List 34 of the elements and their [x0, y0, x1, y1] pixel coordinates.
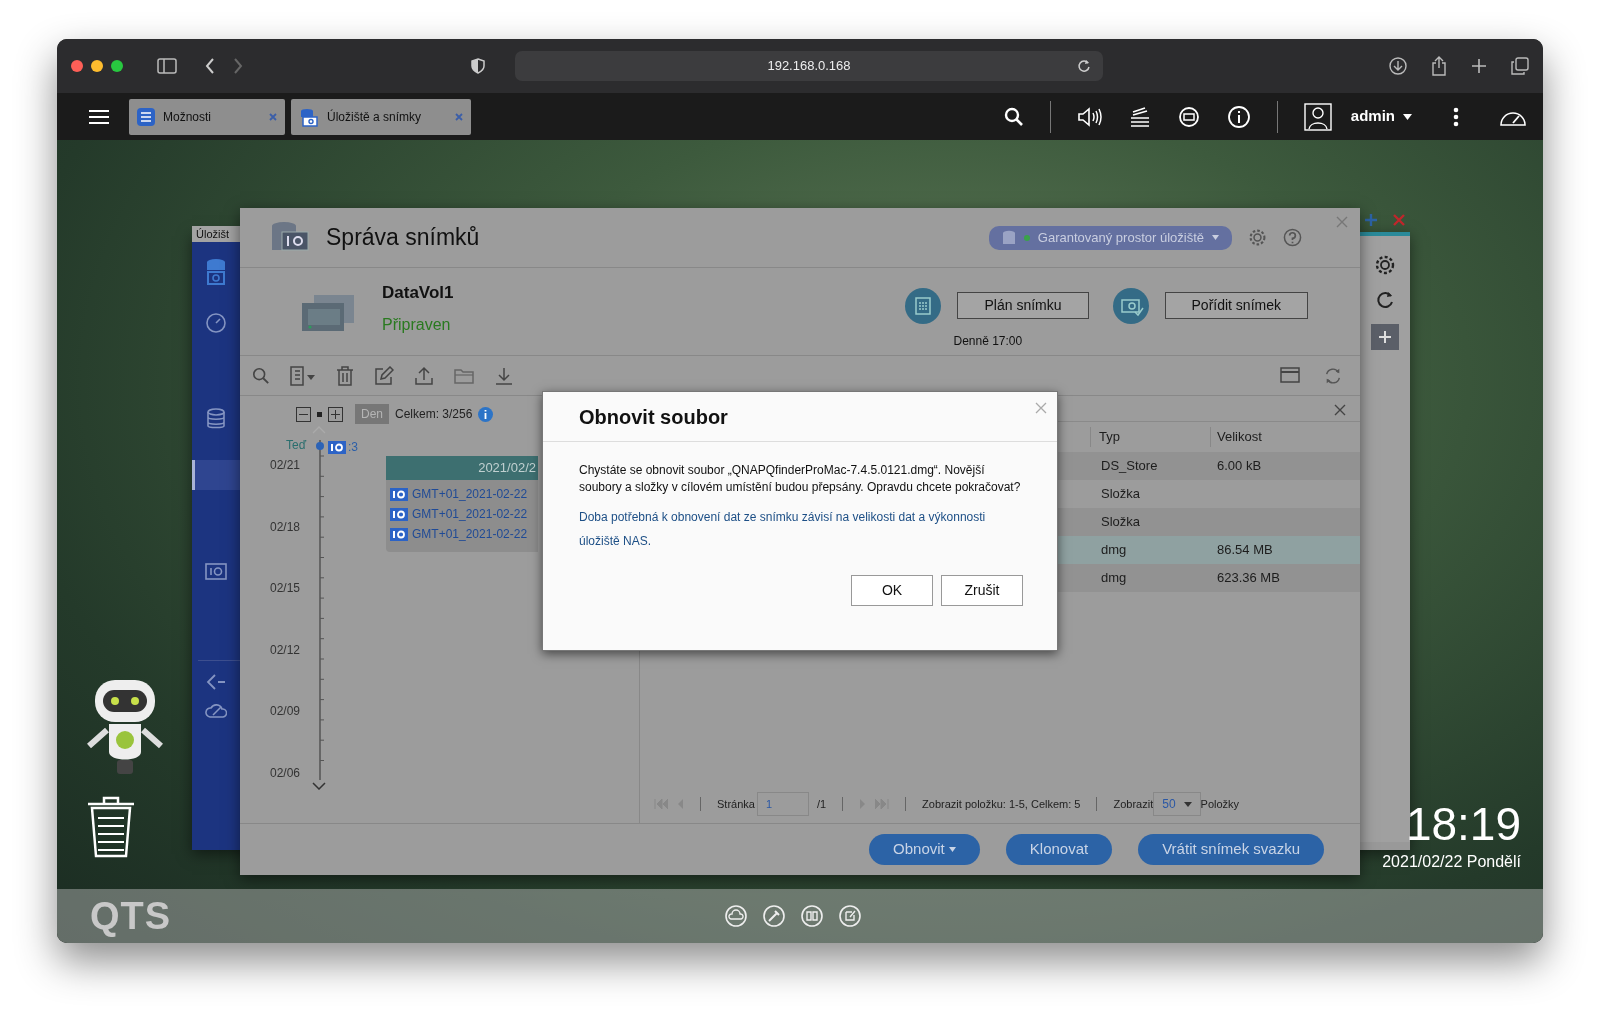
snapshot-count: :3: [348, 439, 358, 456]
timeline-date: 02/09: [270, 703, 301, 720]
items-summary: Zobrazit položku: 1-5, Celkem: 5: [922, 796, 1081, 812]
schedule-text: Denně 17:00: [953, 332, 1024, 350]
timeline-date: 02/18: [270, 518, 301, 536]
timeline-date: 02/12: [270, 641, 301, 659]
items-label: Položky: [1200, 796, 1240, 812]
show-label: Zobrazit: [1113, 796, 1154, 812]
type-cell-text: DS_Store: [1100, 457, 1159, 476]
timeline-date: 02/06: [270, 764, 301, 782]
type-cell-text: Složka: [1100, 485, 1142, 504]
address-text: 192.168.0.168: [767, 57, 851, 76]
dialog-message: Chystáte se obnovit soubor „QNAPQfinderProMac-7.4.5.0121.dmg“. Novější soubory a složky v cílovém umístění budou přepsány. Opravdu chcete pokračovat?: [579, 462, 1021, 495]
page-count: /1: [816, 796, 827, 812]
dialog-title: Obnovit soubor: [579, 404, 728, 430]
dialog-note: Doba potřebná k obnovení dat ze snímku závisí na velikosti dat a výkonnosti úložiště NAS.: [579, 509, 987, 550]
size-cell-text: 623.36 MB: [1216, 569, 1281, 588]
type-cell-text: dmg: [1100, 541, 1128, 560]
timeline-date: 02/15: [270, 580, 301, 597]
timeline-date: 02/21: [270, 457, 301, 474]
size-cell-text: 6.00 kB: [1216, 457, 1263, 476]
page-label: Stránka: [717, 796, 755, 812]
volume-name: DataVol1: [382, 281, 454, 304]
now-label: Teď: [286, 437, 307, 454]
volume-status: Připraven: [382, 315, 452, 336]
window-title: Úložišt: [192, 226, 240, 242]
total-count: Celkem: 3/256: [395, 406, 473, 423]
unit-label: Den: [355, 404, 389, 424]
clock-date: 2021/02/22 Pondělí: [1382, 852, 1521, 872]
qts-logo: QTS: [90, 893, 172, 939]
type-cell-text: dmg: [1100, 569, 1128, 588]
window-title: Správa snímků: [326, 223, 480, 253]
size-cell-text: 86.54 MB: [1216, 541, 1274, 560]
type-cell-text: Složka: [1100, 513, 1142, 532]
